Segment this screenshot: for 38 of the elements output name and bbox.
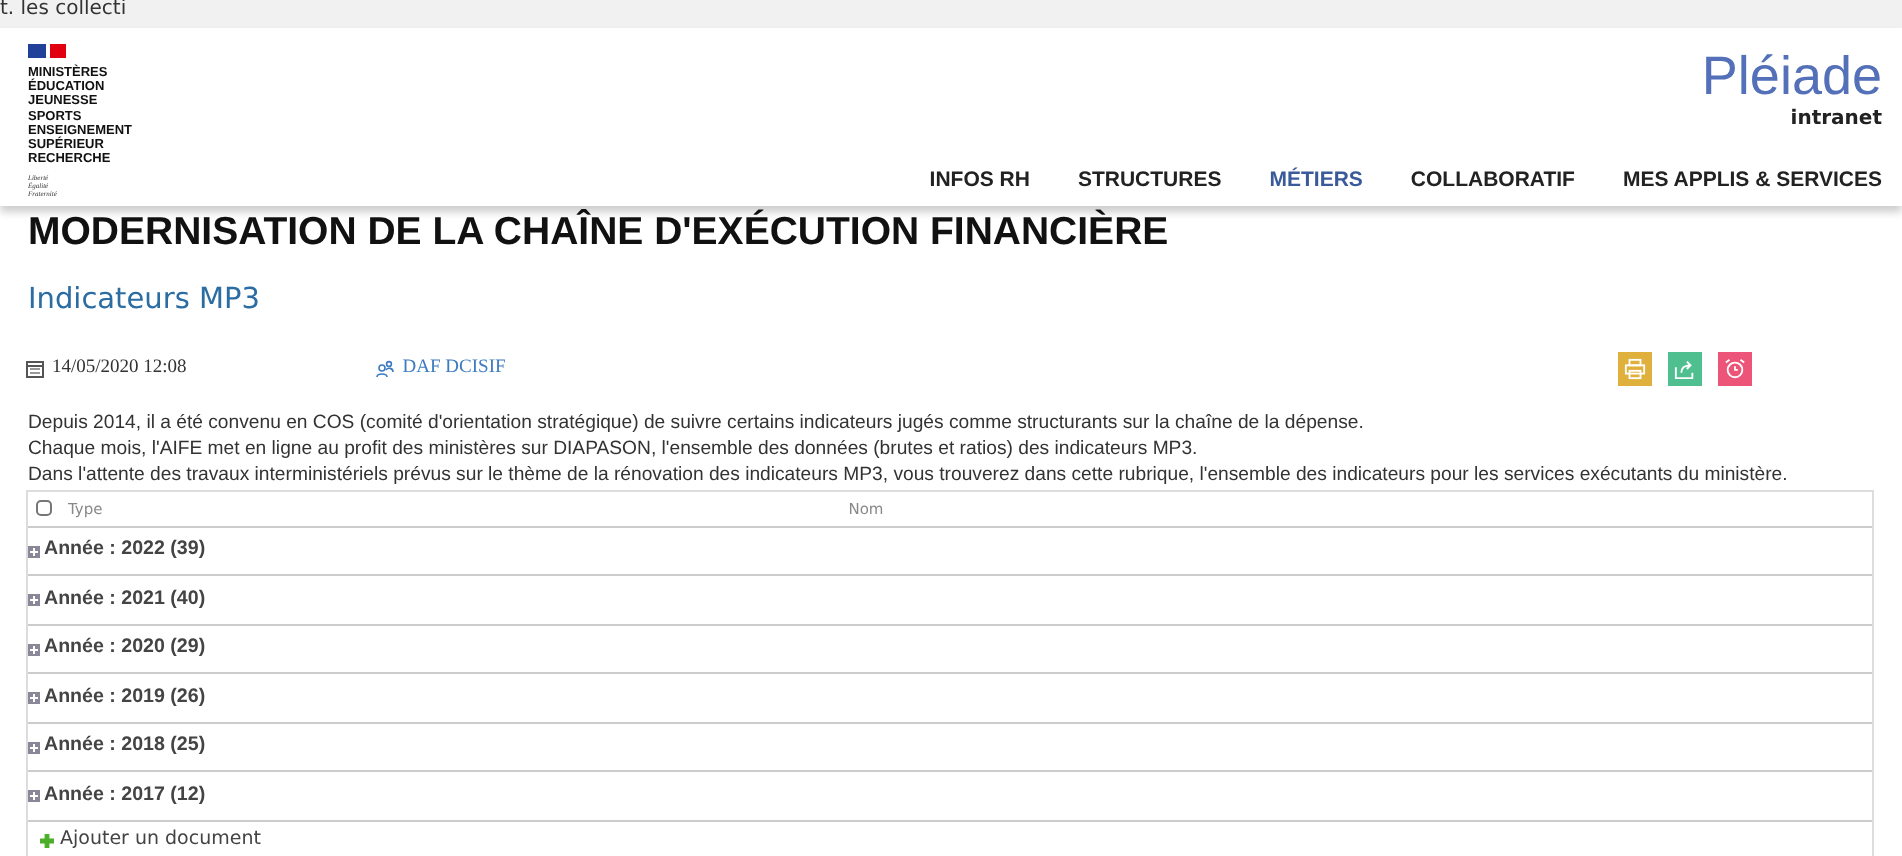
expand-icon[interactable] [28,545,40,557]
paragraph: Dans l'attente des travaux interministériels prévus sur le thème de la rénovation des indicateurs MP3, vous trouverez dans cette rubrique, l'ensemble des indicateurs pour les services exécutants du ministère. [28,461,1790,488]
alarm-button[interactable] [1718,351,1752,386]
year-group-label[interactable]: Année : 2017 (12) [44,781,206,811]
year-group-label[interactable]: Année : 2019 (26) [44,683,206,713]
share-icon [1674,357,1696,380]
alarm-clock-icon [1724,357,1746,380]
post-date: 14/05/2020 12:08 [52,356,187,383]
expand-icon[interactable] [28,643,40,655]
users-icon [376,359,395,378]
page-subtitle: Indicateurs MP3 [28,282,262,320]
printer-icon [1624,357,1646,380]
year-group-label[interactable]: Année : 2018 (25) [44,732,206,762]
paragraph: Depuis 2014, il a été convenu en COS (comité d'orientation stratégique) de suivre certains indicateurs jugés comme structurants sur la chaîne de la dépense. [28,409,1366,436]
share-button[interactable] [1668,351,1702,386]
nav-link[interactable]: MÉTIERS [1269,166,1363,198]
expand-icon[interactable] [28,741,40,753]
nav-link[interactable]: STRUCTURES [1077,166,1222,198]
expand-icon[interactable] [28,692,40,704]
year-group-label[interactable]: Année : 2021 (40) [44,585,206,615]
nav-link[interactable]: INFOS RH [929,166,1030,198]
expand-icon[interactable] [28,594,40,606]
calendar-icon [26,359,44,378]
nav-link[interactable]: MES APPLIS & SERVICES [1622,166,1882,198]
add-document-link[interactable]: Ajouter un document [60,826,261,855]
year-group-label[interactable]: Année : 2022 (39) [44,536,206,566]
select-all-checkbox[interactable] [36,500,52,517]
brand-name: Pléiade [1701,48,1882,104]
nav-link[interactable]: COLLABORATIF [1410,166,1575,198]
year-group-label[interactable]: Année : 2020 (29) [44,634,206,664]
brand-subtitle: intranet [1790,106,1882,134]
page-title: MODERNISATION DE LA CHAÎNE D'EXÉCUTION FINANCIÈRE [28,208,1171,256]
print-button[interactable] [1618,351,1652,386]
flag-icon [28,44,66,58]
paragraph: Chaque mois, l'AIFE met en ligne au profit des ministères sur DIAPASON, l'ensemble des données (brutes et ratios) des indicateurs MP3. [28,435,1200,462]
expand-icon[interactable] [28,790,40,802]
author-name: DAF DCISIF [402,356,506,383]
plus-icon [40,833,54,848]
